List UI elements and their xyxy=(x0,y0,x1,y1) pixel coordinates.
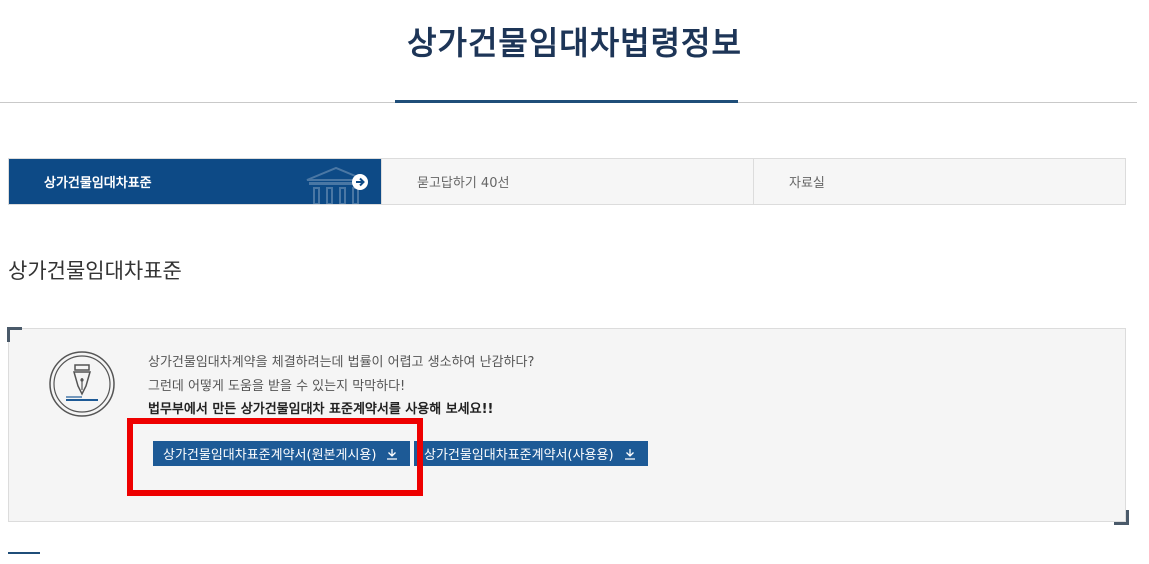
info-line-2: 그런데 어떻게 도움을 받을 수 있는지 막막하다! xyxy=(148,379,406,394)
corner-decoration xyxy=(7,327,22,342)
tab-lease-standard[interactable]: 상가건물임대차표준 xyxy=(9,159,381,204)
download-usage-button[interactable]: 상가건물임대차표준계약서(사용용) xyxy=(414,441,648,466)
tab-label: 자료실 xyxy=(789,176,825,191)
tab-label: 상가건물임대차표준 xyxy=(44,176,152,191)
tab-label: 묻고답하기 40선 xyxy=(417,176,510,191)
title-accent-bar xyxy=(395,100,738,103)
arrow-right-circle-icon xyxy=(352,174,368,190)
download-icon xyxy=(624,448,635,460)
tab-resources[interactable]: 자료실 xyxy=(753,159,1125,204)
info-line-1: 상가건물임대차계약을 체결하려는데 법률이 어렵고 생소하여 난감하다? xyxy=(148,355,535,370)
fountain-pen-icon xyxy=(49,351,115,417)
download-label: 상가건물임대차표준계약서(사용용) xyxy=(424,448,614,463)
section-title: 상가건물임대차표준 xyxy=(8,259,182,283)
corner-decoration xyxy=(1114,510,1129,525)
tab-bar: 상가건물임대차표준 묻고답하기 40선 자료실 xyxy=(8,158,1126,205)
highlight-box xyxy=(127,418,423,496)
tab-qna-40[interactable]: 묻고답하기 40선 xyxy=(381,159,753,204)
footer-accent-bar xyxy=(8,552,40,554)
info-line-3: 법무부에서 만든 상가건물임대차 표준계약서를 사용해 보세요!! xyxy=(148,402,494,417)
page-title: 상가건물임대차법령정보 xyxy=(407,24,742,62)
